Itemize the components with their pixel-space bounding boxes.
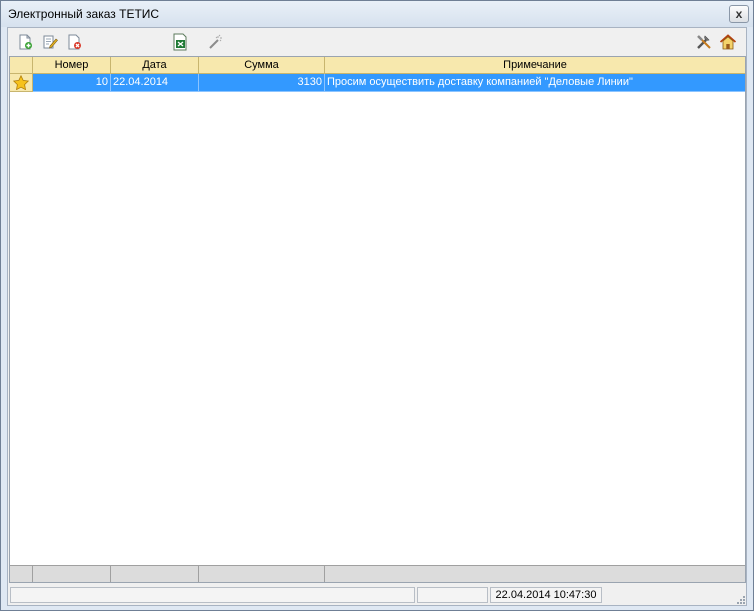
footer-cell	[111, 566, 199, 582]
grid-footer	[10, 565, 745, 582]
add-button[interactable]	[15, 32, 35, 52]
settings-button[interactable]	[694, 32, 714, 52]
home-button[interactable]	[718, 32, 738, 52]
cell-note[interactable]: Просим осуществить доставку компанией "Д…	[325, 74, 745, 92]
edit-document-icon	[43, 35, 58, 49]
add-document-icon	[19, 34, 32, 50]
grid-header: Номер Дата Сумма Примечание	[10, 57, 745, 74]
delete-button[interactable]	[64, 32, 84, 52]
resize-grip-icon[interactable]	[734, 593, 746, 605]
column-header-date[interactable]: Дата	[111, 57, 199, 73]
excel-export-icon	[173, 33, 187, 51]
cell-number[interactable]: 10	[33, 74, 111, 92]
main-window: Электронный заказ ТЕТИС x Номер Дата Сум…	[0, 0, 754, 611]
column-header-note[interactable]: Примечание	[325, 57, 745, 73]
status-panel-main	[10, 587, 415, 603]
close-button[interactable]: x	[729, 5, 749, 23]
column-header-sum[interactable]: Сумма	[199, 57, 325, 73]
title-bar[interactable]: Электронный заказ ТЕТИС x	[1, 1, 753, 27]
excel-export-button[interactable]	[170, 32, 190, 52]
row-indicator[interactable]	[10, 74, 33, 92]
header-indicator-cell	[10, 57, 33, 73]
status-bar: 22.04.2014 10:47:30	[8, 585, 746, 605]
close-icon: x	[735, 7, 743, 21]
footer-cell	[33, 566, 111, 582]
wizard-button[interactable]	[205, 32, 225, 52]
window-title: Электронный заказ ТЕТИС	[8, 7, 160, 21]
delete-document-icon	[68, 34, 81, 50]
tools-icon	[697, 35, 711, 49]
home-icon	[719, 34, 737, 50]
magic-wand-icon	[209, 34, 222, 49]
table-row[interactable]: 10 22.04.2014 3130 Просим осуществить до…	[10, 74, 745, 92]
status-panel-secondary	[417, 587, 488, 603]
column-header-number[interactable]: Номер	[33, 57, 111, 73]
star-icon	[13, 75, 29, 90]
cell-date[interactable]: 22.04.2014	[111, 74, 199, 92]
orders-grid[interactable]: Номер Дата Сумма Примечание 10 22.04.201…	[9, 56, 746, 583]
toolbar	[8, 28, 746, 56]
client-area: Номер Дата Сумма Примечание 10 22.04.201…	[7, 27, 747, 606]
edit-button[interactable]	[40, 32, 60, 52]
status-datetime: 22.04.2014 10:47:30	[490, 587, 602, 603]
footer-cell	[10, 566, 33, 582]
footer-cell	[199, 566, 325, 582]
footer-cell	[325, 566, 745, 582]
cell-sum[interactable]: 3130	[199, 74, 325, 92]
